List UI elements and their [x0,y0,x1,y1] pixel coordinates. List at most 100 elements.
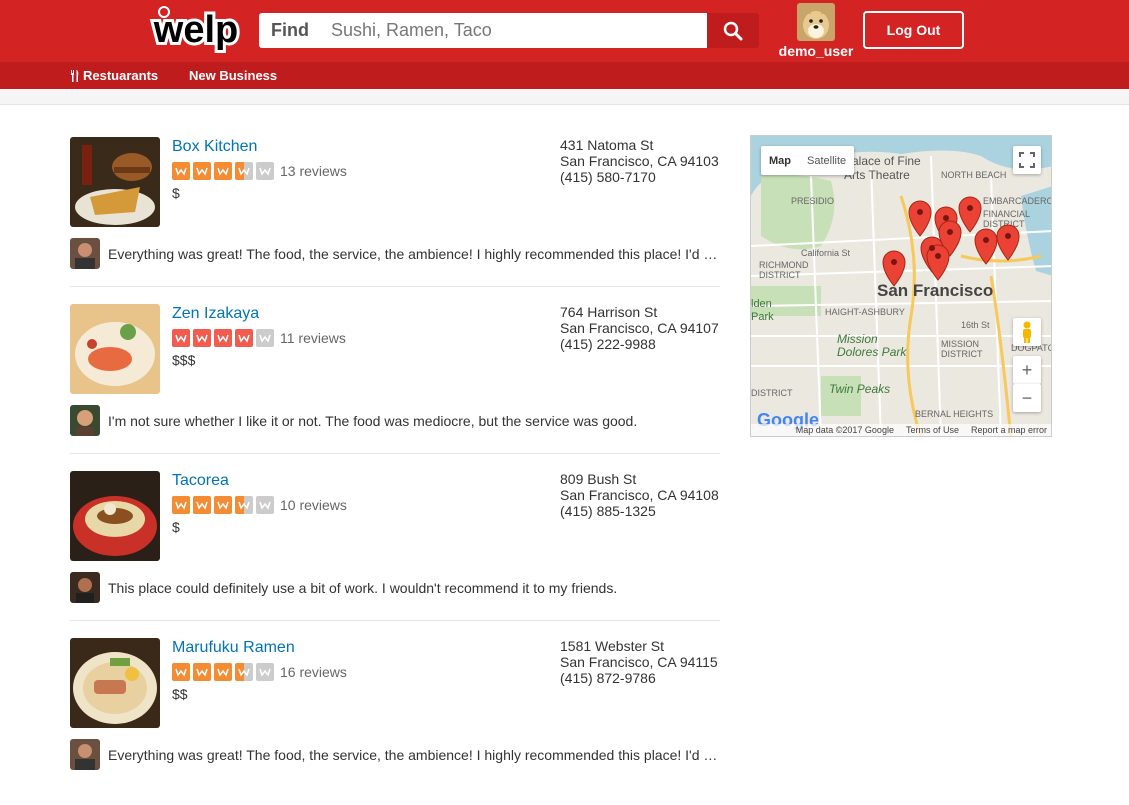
map-widget[interactable]: Palace of Fine Arts Theatre NORTH BEACH P… [750,135,1052,437]
review-text: This place could definitely use a bit of… [108,580,618,596]
pegman-button[interactable] [1013,318,1041,346]
city-state-zip: San Francisco, CA 94107 [560,320,719,336]
map-label: California St [801,248,851,258]
find-label: Find [271,20,309,40]
price-range: $$$ [172,352,196,368]
map-label: RICHMOND DISTRICT [759,260,809,280]
star-icon [172,496,190,514]
review-count: 11 reviews [280,330,346,346]
business-photo[interactable] [70,137,160,227]
top-header: welp Find Sushi, Ramen, Taco demo_user L… [0,0,1129,62]
terms-link[interactable]: Terms of Use [906,425,959,435]
city-label: San Francisco [877,281,994,300]
business-name-link[interactable]: Zen Izakaya [172,305,259,323]
map-label: Mission Dolores Park [837,332,907,359]
search-box: Find [259,13,707,48]
street-address: 764 Harrison St [560,304,658,320]
half-star-icon [235,663,253,681]
sub-navigation: Restuarants New Business [0,62,1129,89]
map-type-satellite[interactable]: Satellite [799,146,854,175]
report-error-link[interactable]: Report a map error [971,425,1047,435]
half-star-icon [235,496,253,514]
city-state-zip: San Francisco, CA 94103 [560,153,719,169]
search-button[interactable] [707,13,759,48]
star-icon [193,496,211,514]
map-label: EMBARCADERO [983,196,1052,206]
map-label: FINANCIAL DISTRICT [983,209,1031,229]
reviewer-avatar[interactable] [70,572,100,603]
user-avatar[interactable] [797,3,835,41]
nav-new-business-label: New Business [189,68,278,83]
star-icon [214,162,232,180]
star-rating: 10 reviews [172,496,347,514]
review-count: 10 reviews [280,497,347,513]
map-label: lden Park [751,298,774,323]
city-state-zip: San Francisco, CA 94108 [560,487,719,503]
business-card: Zen Izakaya 11 reviews $$$ 764 Harrison … [70,304,720,471]
divider [70,453,720,454]
star-icon [172,663,190,681]
business-address: 809 Bush St San Francisco, CA 94108 (415… [560,471,719,519]
business-photo[interactable] [70,304,160,394]
welp-logo[interactable]: welp [146,2,246,58]
reviewer-avatar[interactable] [70,405,100,436]
map-label: PRESIDIO [791,196,835,206]
street-address: 809 Bush St [560,471,637,487]
map-type-control: Map Satellite [761,146,855,175]
search-bar: Find [259,13,759,48]
nav-new-business[interactable]: New Business [189,68,277,83]
star-rating: 11 reviews [172,329,346,347]
star-icon [235,329,253,347]
map-label: BERNAL HEIGHTS [915,409,994,419]
business-card: Marufuku Ramen 16 reviews $$ 1581 Webste… [70,638,720,805]
map-type-map[interactable]: Map [761,146,799,175]
logout-button[interactable]: Log Out [863,11,964,49]
empty-star-icon [256,329,274,347]
business-name-link[interactable]: Box Kitchen [172,138,257,156]
search-icon [723,21,743,40]
review-snippet: This place could definitely use a bit of… [70,572,720,604]
map-label: Palace of Fine Arts Theatre [844,154,921,182]
star-rating: 13 reviews [172,162,347,180]
star-icon [193,663,211,681]
star-rating: 16 reviews [172,663,347,681]
business-address: 764 Harrison St San Francisco, CA 94107 … [560,304,719,352]
review-text: I'm not sure whether I like it or not. T… [108,413,638,429]
username[interactable]: demo_user [776,43,856,59]
business-address: 431 Natoma St San Francisco, CA 94103 (4… [560,137,719,185]
star-icon [214,329,232,347]
review-snippet: I'm not sure whether I like it or not. T… [70,405,720,437]
empty-star-icon [256,663,274,681]
phone-number: (415) 885-1325 [560,503,656,519]
divider [70,620,720,621]
zoom-out-button[interactable]: − [1013,384,1041,412]
review-text: Everything was great! The food, the serv… [108,246,718,262]
review-snippet: Everything was great! The food, the serv… [70,238,720,270]
user-profile[interactable]: demo_user [776,3,856,59]
map-attribution: Map data ©2017 Google Terms of Use Repor… [751,424,1051,436]
business-card: Box Kitchen 13 reviews $ 431 Natoma St S… [70,137,720,304]
nav-restaurants[interactable]: Restuarants [70,68,158,83]
map-label: Twin Peaks [829,382,891,396]
reviewer-avatar[interactable] [70,739,100,770]
search-input[interactable] [331,20,707,41]
star-icon [172,162,190,180]
fullscreen-button[interactable] [1013,146,1041,174]
business-photo[interactable] [70,638,160,728]
map-data-credit: Map data ©2017 Google [795,425,894,435]
zoom-in-button[interactable]: + [1013,356,1041,384]
star-icon [214,496,232,514]
street-address: 431 Natoma St [560,137,654,153]
empty-star-icon [256,496,274,514]
header-spacer [0,89,1129,105]
map-label: 16th St [961,320,990,330]
business-photo[interactable] [70,471,160,561]
business-name-link[interactable]: Marufuku Ramen [172,639,295,657]
pegman-icon [1023,321,1031,343]
empty-star-icon [256,162,274,180]
review-count: 16 reviews [280,664,347,680]
half-star-icon [235,162,253,180]
reviewer-avatar[interactable] [70,238,100,269]
review-snippet: Everything was great! The food, the serv… [70,739,720,771]
business-name-link[interactable]: Tacorea [172,472,229,490]
